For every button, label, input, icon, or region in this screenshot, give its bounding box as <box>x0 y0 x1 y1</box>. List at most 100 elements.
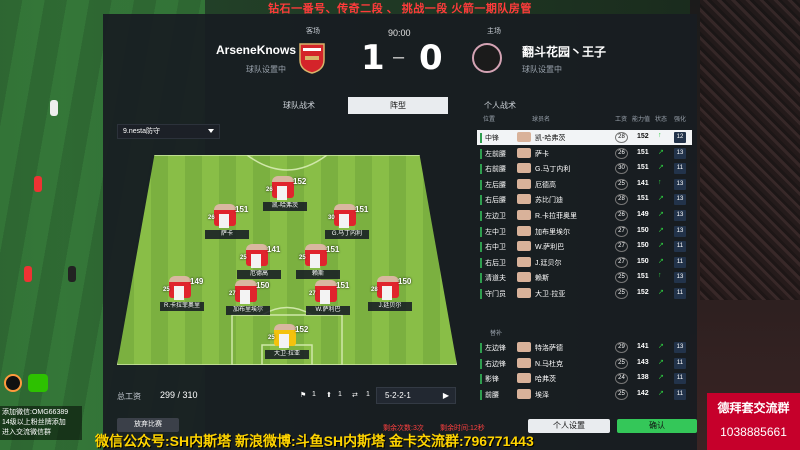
row-boost: 12 <box>674 132 686 143</box>
row-rating: 141 <box>637 343 649 350</box>
group-number: 1038885661 <box>720 425 787 439</box>
player-card[interactable]: 25 152 大卫·拉亚 <box>265 320 309 366</box>
trend-arrow-icon: ↗ <box>658 226 664 234</box>
player-kit <box>377 276 399 300</box>
player-card[interactable]: 27 150 加布里埃尔 <box>226 276 270 322</box>
roster-row[interactable]: 右边锋 N.马杜克 25 143 ↗ 11 <box>477 356 692 371</box>
row-position: 守门员 <box>480 289 506 299</box>
row-rating: 149 <box>637 211 649 218</box>
player-name: 萨卡 <box>205 230 249 239</box>
flag-icon: ⚑ <box>300 392 307 399</box>
away-side-label: 主场 <box>487 28 501 35</box>
roster-row[interactable]: 前腰 埃泽 25 142 ↗ 11 <box>477 387 692 402</box>
match-clock: 90:00 <box>388 28 411 38</box>
roster-row[interactable]: 左前腰 萨卡 26 151 ↗ 13 <box>477 146 692 161</box>
forfeit-button[interactable]: 放弃比赛 <box>117 418 179 432</box>
row-player-name: 厄德高 <box>535 181 556 189</box>
home-team-status: 球队设置中 <box>246 65 286 74</box>
player-avatar <box>517 272 531 283</box>
roster-row[interactable]: 清道夫 赖斯 25 151 ↑ 13 <box>477 270 692 285</box>
player-rating: 151 <box>326 245 340 254</box>
roster-row[interactable]: 右中卫 W.萨利巴 27 150 ↗ 11 <box>477 239 692 254</box>
player-level: 26 <box>266 187 273 193</box>
tab-team-tactics[interactable]: 球队战术 <box>250 97 348 114</box>
player-level: 25 <box>268 335 275 341</box>
player-level: 25 <box>299 255 306 261</box>
roster-row[interactable]: 左中卫 加布里埃尔 27 150 ↗ 13 <box>477 224 692 239</box>
away-team-status: 球队设置中 <box>522 65 562 74</box>
player-name: G.马丁内利 <box>325 230 369 239</box>
streamer-logo-icon <box>4 374 22 392</box>
player-name: J.廷贝尔 <box>368 302 412 311</box>
roster-row[interactable]: 右后卫 J.廷贝尔 27 150 ↗ 11 <box>477 255 692 270</box>
tab-personal-tactics[interactable]: 个人战术 <box>450 97 550 114</box>
row-wage: 29 <box>615 342 628 353</box>
player-card[interactable]: 25 149 R.卡拉菲奥里 <box>160 272 204 318</box>
substitutes-label: 替补 <box>490 331 503 337</box>
trend-arrow-icon: ↑ <box>658 132 662 139</box>
row-rating: 151 <box>637 164 649 172</box>
roster-row[interactable]: 左后腰 厄德高 25 141 ↑ 13 <box>477 177 692 192</box>
row-player-name: 哈弗茨 <box>535 376 556 384</box>
formation-selector[interactable]: 5-2-2-1 ▶ <box>376 387 456 404</box>
row-rating: 152 <box>637 133 649 140</box>
row-position: 右前腰 <box>480 164 506 175</box>
player-avatar <box>517 373 531 384</box>
home-side-label: 客场 <box>306 28 320 35</box>
stream-bottom-banner: 微信公众号:SH内斯塔 新浪微博:斗鱼SH内斯塔 金卡交流群:796771443 <box>95 433 534 449</box>
player-name: 凯-哈弗茨 <box>263 202 307 211</box>
trend-arrow-icon: ↗ <box>658 389 664 397</box>
roster-row[interactable]: 影锋 哈弗茨 24 138 ↗ 11 <box>477 371 692 386</box>
row-wage: 25 <box>615 178 628 190</box>
player-level: 27 <box>229 291 236 297</box>
away-score: 0 <box>419 38 443 78</box>
trend-arrow-icon: ↗ <box>658 242 664 250</box>
tactic-preset-dropdown[interactable]: 9.nesta防守 <box>117 124 220 139</box>
player-card[interactable]: 26 152 凯-哈弗茨 <box>263 172 307 218</box>
roster-row[interactable]: 右后腰 苏比门迪 28 151 ↗ 13 <box>477 192 692 207</box>
roster-row[interactable]: 守门员 大卫·拉亚 25 152 ↗ 11 <box>477 286 692 301</box>
group-title: 德拜套交流群 <box>717 401 790 415</box>
row-position: 右中卫 <box>480 242 506 253</box>
arsenal-crest-icon <box>298 42 326 74</box>
row-boost: 13 <box>674 147 686 159</box>
player-level: 26 <box>208 215 215 221</box>
column-header-position: 位置 <box>483 117 496 123</box>
row-rating: 151 <box>637 148 649 156</box>
row-rating: 151 <box>637 195 649 203</box>
row-wage: 26 <box>615 147 628 159</box>
row-boost: 11 <box>674 373 686 385</box>
roster-row[interactable]: 左边锋 特洛萨德 29 141 ↗ 13 <box>477 340 692 355</box>
row-wage: 25 <box>615 272 628 284</box>
roster-row[interactable]: 左边卫 R.卡拉菲奥里 26 149 ↗ 13 <box>477 208 692 223</box>
player-avatar <box>517 147 531 158</box>
roster-row[interactable]: 右前腰 G.马丁内利 30 151 ↗ 11 <box>477 161 692 176</box>
trend-arrow-icon: ↗ <box>658 374 664 382</box>
player-name: R.卡拉菲奥里 <box>160 302 204 311</box>
wage-value: 299 / 310 <box>160 390 198 400</box>
player-name: 大卫·拉亚 <box>265 350 309 359</box>
row-position: 清道夫 <box>480 273 506 284</box>
row-wage: 26 <box>615 210 628 221</box>
row-boost: 11 <box>674 357 686 369</box>
confirm-button[interactable]: 确认 <box>617 419 697 433</box>
row-player-name: 赖斯 <box>535 275 549 283</box>
row-boost: 13 <box>674 272 686 284</box>
wechat-line-3: 进入交流微信群 <box>2 429 51 436</box>
player-rating: 149 <box>190 277 204 286</box>
tactic-preset-value: 9.nesta防守 <box>123 128 160 135</box>
row-wage: 25 <box>615 388 628 400</box>
player-card[interactable]: 27 151 W.萨利巴 <box>306 276 350 322</box>
personal-settings-button[interactable]: 个人设置 <box>528 419 610 433</box>
player-kit <box>214 204 236 228</box>
row-rating: 150 <box>637 226 649 234</box>
roster-row[interactable]: 中锋 凯-哈弗茨 28 152 ↑ 12 <box>477 130 692 145</box>
handshake-icon: ⇄ <box>352 392 358 399</box>
player-level: 30 <box>328 215 335 221</box>
row-rating: 150 <box>637 242 649 250</box>
player-kit <box>246 244 268 268</box>
row-position: 左中卫 <box>480 226 506 237</box>
tab-formation[interactable]: 阵型 <box>348 97 448 114</box>
counter-c: 1 <box>366 391 370 398</box>
player-card[interactable]: 28 150 J.廷贝尔 <box>368 272 412 318</box>
